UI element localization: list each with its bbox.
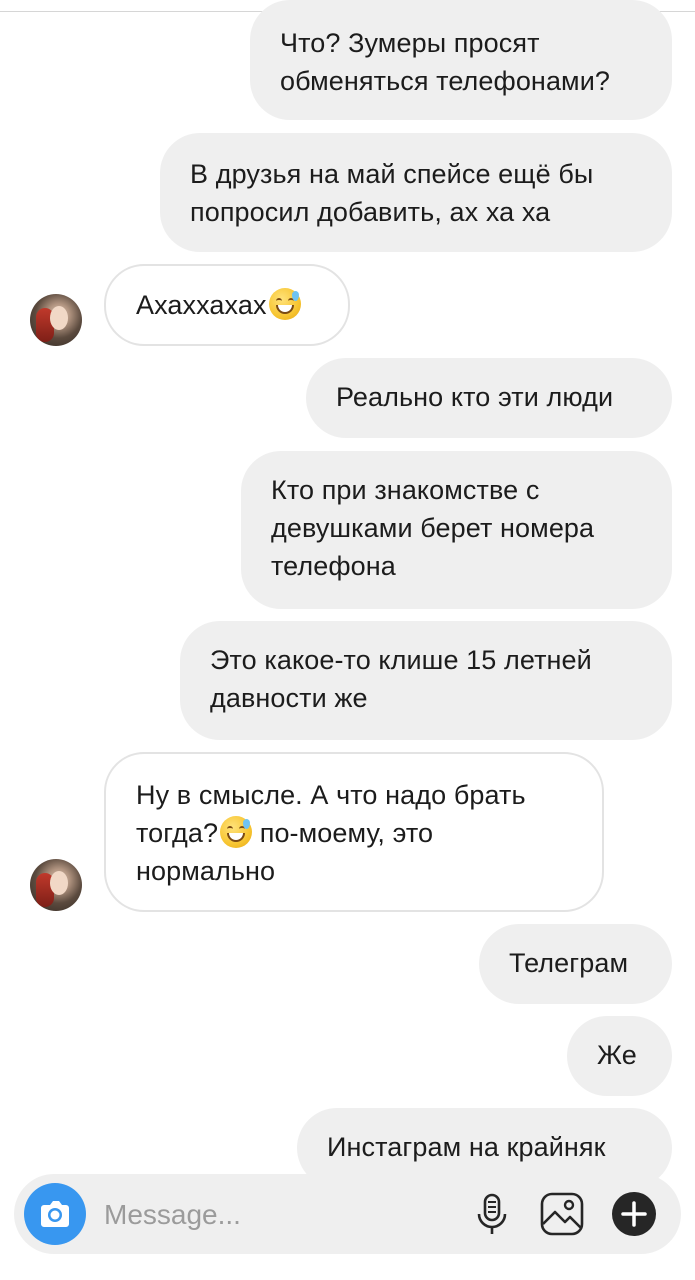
message-text: Ахаххахах <box>136 290 267 320</box>
camera-button[interactable] <box>24 1183 86 1245</box>
message-composer <box>14 1174 681 1254</box>
message-text: Что? Зумеры просят обменяться телефонами… <box>280 28 611 96</box>
message-text: Это какое-то клише 15 летней давности же <box>210 645 592 713</box>
contact-avatar[interactable] <box>30 294 82 346</box>
message-outgoing[interactable]: Что? Зумеры просят обменяться телефонами… <box>250 0 672 120</box>
sweat-smile-emoji <box>220 816 253 848</box>
message-outgoing[interactable]: В друзья на май спейсе ещё бы попросил д… <box>160 133 672 252</box>
gallery-icon <box>540 1192 584 1236</box>
message-text: Реально кто эти люди <box>336 382 614 412</box>
message-outgoing[interactable]: Реально кто эти люди <box>306 358 672 438</box>
message-outgoing[interactable]: Же <box>567 1016 672 1096</box>
message-text: В друзья на май спейсе ещё бы попросил д… <box>190 159 594 227</box>
message-outgoing[interactable]: Это какое-то клише 15 летней давности же <box>180 621 672 740</box>
message-text: Кто при знакомстве с девушками берет ном… <box>271 475 595 581</box>
microphone-button[interactable] <box>468 1190 516 1238</box>
message-text: Телеграм <box>509 948 629 978</box>
camera-icon <box>41 1201 69 1227</box>
contact-avatar[interactable] <box>30 859 82 911</box>
sweat-smile-emoji <box>268 288 301 320</box>
message-outgoing[interactable]: Телеграм <box>479 924 672 1004</box>
message-outgoing[interactable]: Кто при знакомстве с девушками берет ном… <box>241 451 672 609</box>
add-button[interactable] <box>610 1190 658 1238</box>
message-text: Инстаграм на крайняк <box>327 1132 606 1162</box>
microphone-icon <box>477 1193 507 1234</box>
plus-icon <box>612 1192 656 1236</box>
message-incoming[interactable]: Ну в смысле. А что надо брать тогда? по-… <box>104 752 604 912</box>
message-text: Же <box>597 1040 637 1070</box>
gallery-button[interactable] <box>538 1190 586 1238</box>
message-incoming[interactable]: Ахаххахах <box>104 264 350 346</box>
message-input[interactable] <box>102 1192 436 1238</box>
